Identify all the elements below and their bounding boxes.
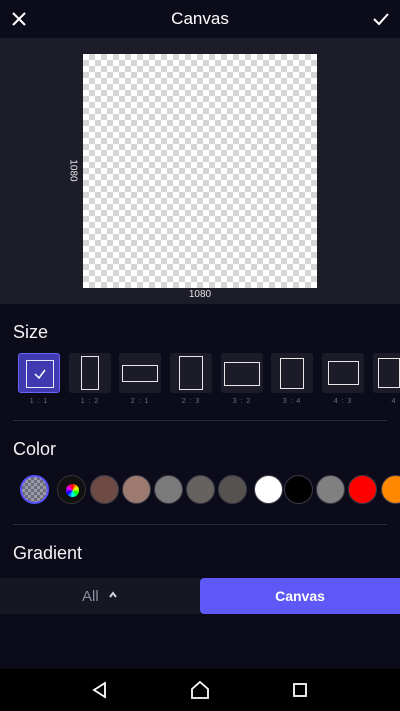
ratio-label: 2 : 3 [181,398,201,405]
swatch-dark-brown[interactable] [90,475,119,504]
ratio-1-2-button[interactable] [69,353,111,393]
tab-all[interactable]: All [0,578,200,614]
ratio-label: 1 : 2 [80,398,100,405]
swatch-transparent[interactable] [20,475,49,504]
swatch-red[interactable] [348,475,377,504]
canvas-width-label: 1080 [188,289,212,300]
swatch-charcoal[interactable] [218,475,247,504]
ratio-label: 4 [391,398,397,405]
color-wheel-icon[interactable] [57,475,86,504]
gradient-heading: Gradient [13,543,83,563]
back-icon[interactable] [90,680,110,700]
ratio-label: 2 : 1 [130,398,150,405]
home-icon[interactable] [190,680,210,700]
size-heading: Size [13,322,49,342]
check-icon [34,369,46,380]
swatch-black[interactable] [284,475,313,504]
swatch-light-brown[interactable] [122,475,151,504]
ratio-3-2-button[interactable] [221,353,263,393]
chevron-up-icon [109,591,117,598]
top-bar: Canvas [0,0,400,38]
bottom-tabs: All Canvas [0,578,400,614]
ratio-label: 3 : 2 [232,398,252,405]
ratio-label: 4 : 3 [333,398,353,405]
divider [13,420,387,421]
swatch-medium-gray[interactable] [316,475,345,504]
tab-canvas[interactable]: Canvas [200,578,400,614]
color-heading: Color [13,439,57,459]
swatch-white[interactable] [254,475,283,504]
ratio-label: 3 : 4 [282,398,302,405]
system-nav-bar [0,669,400,711]
ratio-partial-button[interactable] [373,353,400,393]
tab-all-label: All [82,588,99,605]
color-swatch-list [20,475,400,507]
tab-canvas-label: Canvas [275,588,325,604]
page-title: Canvas [171,9,229,28]
ratio-3-4-button[interactable] [271,353,313,393]
recents-icon[interactable] [290,680,310,700]
transparent-canvas[interactable] [83,54,317,288]
ratio-4-3-button[interactable] [322,353,364,393]
ratio-2-1-button[interactable] [119,353,161,393]
ratio-label: 1 : 1 [29,398,49,405]
check-icon[interactable] [370,8,392,30]
divider [13,524,387,525]
canvas-height-label: 1080 [67,159,79,182]
swatch-dark-gray[interactable] [186,475,215,504]
ratio-2-3-button[interactable] [170,353,212,393]
swatch-orange[interactable] [381,475,400,504]
ratio-1-1-button[interactable] [18,353,60,393]
swatch-gray[interactable] [154,475,183,504]
ratio-list: 1 : 1 1 : 2 2 : 1 2 : 3 3 : 2 3 : 4 4 : … [18,353,400,409]
canvas-preview: 1080 1080 [0,38,400,304]
